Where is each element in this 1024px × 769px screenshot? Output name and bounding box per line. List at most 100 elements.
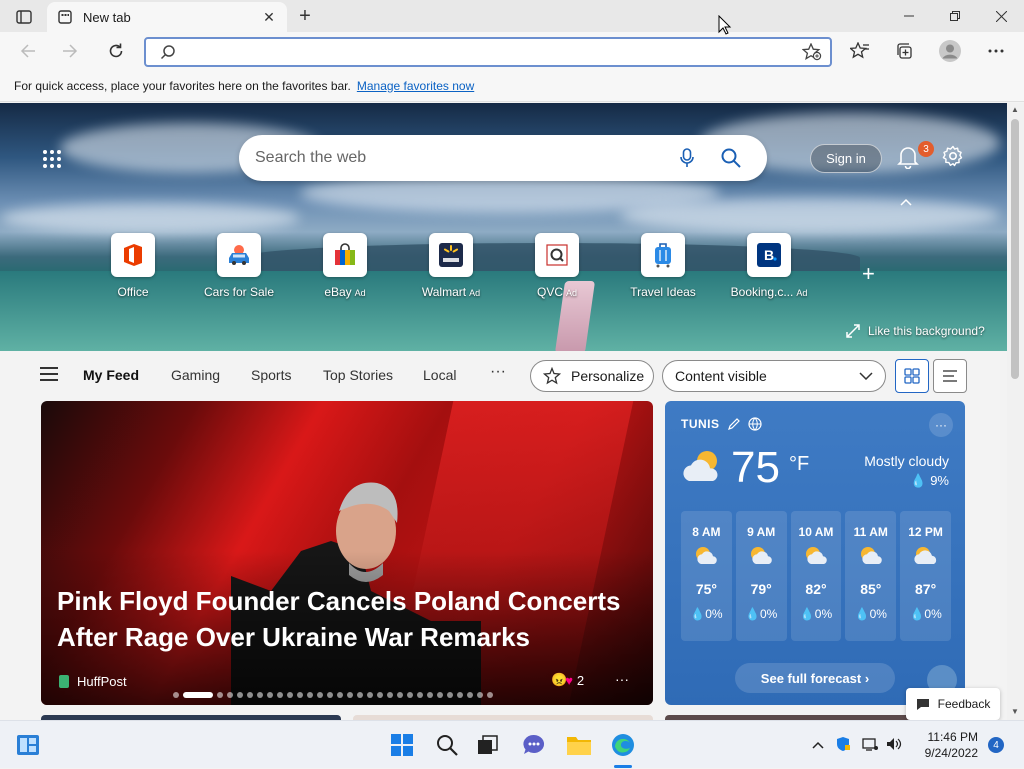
taskbar-clock[interactable]: 11:46 PM 9/24/2022 [912, 729, 978, 761]
carousel-dot[interactable] [457, 692, 463, 698]
tab-gaming[interactable]: Gaming [171, 367, 220, 383]
volume-icon[interactable] [886, 737, 902, 754]
edge-browser-icon[interactable] [609, 731, 637, 759]
carousel-dot[interactable] [267, 692, 273, 698]
menu-hamburger-icon[interactable] [40, 367, 58, 381]
favorites-icon[interactable] [844, 36, 876, 66]
page-settings-gear-icon[interactable] [942, 145, 968, 171]
web-search-box[interactable]: Search the web [239, 135, 767, 181]
carousel-dot[interactable] [427, 692, 433, 698]
collections-icon[interactable] [888, 36, 920, 66]
minimize-button[interactable] [886, 0, 932, 32]
carousel-dot[interactable] [297, 692, 303, 698]
quick-link-travel-ideas[interactable]: Travel Ideas [613, 233, 713, 299]
show-hidden-icons-chevron-icon[interactable] [812, 738, 824, 752]
tab-top-stories[interactable]: Top Stories [323, 367, 393, 383]
carousel-dot[interactable] [387, 692, 393, 698]
edit-pencil-icon[interactable] [727, 418, 740, 430]
carousel-dot[interactable] [173, 692, 179, 698]
grid-view-button[interactable] [895, 359, 929, 393]
carousel-dot[interactable] [477, 692, 483, 698]
hourly-forecast-item[interactable]: 9 AM 79° 💧0% [735, 511, 787, 641]
search-icon[interactable] [719, 148, 743, 168]
taskbar-search-icon[interactable] [433, 731, 461, 759]
security-shield-icon[interactable] [836, 736, 850, 755]
scroll-up-arrow-icon[interactable]: ▲ [1011, 105, 1019, 114]
microphone-icon[interactable] [675, 148, 699, 168]
quick-link-office[interactable]: Office [83, 233, 183, 299]
app-launcher-icon[interactable] [40, 147, 64, 171]
feedback-button[interactable]: Feedback [906, 688, 1000, 720]
content-visibility-select[interactable]: Content visible [662, 360, 886, 392]
profile-avatar[interactable] [934, 36, 966, 66]
address-bar[interactable] [144, 37, 832, 67]
quick-link-ebay[interactable]: eBay Ad [295, 233, 395, 299]
carousel-dot[interactable] [287, 692, 293, 698]
headline-card[interactable]: Pink Floyd Founder Cancels Poland Concer… [41, 401, 653, 705]
file-explorer-icon[interactable] [565, 731, 593, 759]
add-favorite-icon[interactable] [801, 42, 822, 66]
carousel-dot[interactable] [467, 692, 473, 698]
like-background-button[interactable]: Like this background? [846, 324, 985, 338]
vertical-scrollbar[interactable]: ▲ ▼ [1007, 103, 1024, 720]
article-source[interactable]: HuffPost [59, 674, 127, 689]
manage-favorites-link[interactable]: Manage favorites now [357, 79, 474, 93]
carousel-dot[interactable] [217, 692, 223, 698]
carousel-dot[interactable] [317, 692, 323, 698]
task-view-icon[interactable] [474, 731, 502, 759]
refresh-button[interactable] [100, 36, 132, 66]
sign-in-button[interactable]: Sign in [810, 144, 882, 173]
list-view-button[interactable] [933, 359, 967, 393]
scroll-down-arrow-icon[interactable]: ▼ [1011, 707, 1019, 716]
carousel-dot[interactable] [437, 692, 443, 698]
card-more-options-icon[interactable]: ··· [615, 671, 629, 687]
carousel-dot[interactable] [247, 692, 253, 698]
tab-actions-icon[interactable] [8, 6, 40, 28]
reactions-button[interactable]: 😠 ♥ 2 [551, 672, 584, 688]
personalize-button[interactable]: Personalize [530, 360, 654, 392]
carousel-dot[interactable] [237, 692, 243, 698]
carousel-dot[interactable] [487, 692, 493, 698]
start-windows-icon[interactable] [388, 731, 416, 759]
carousel-dot[interactable] [407, 692, 413, 698]
close-window-button[interactable] [978, 0, 1024, 32]
quick-link-qvc[interactable]: QVC Ad [507, 233, 607, 299]
collapse-chevron-icon[interactable] [900, 195, 912, 209]
weather-card[interactable]: TUNIS ··· 75 °F Mostly cloudy 💧 9% 8 AM … [665, 401, 965, 705]
tab-new-tab[interactable]: New tab ✕ [47, 2, 287, 32]
hourly-forecast-item[interactable]: 8 AM 75° 💧0% [681, 511, 732, 641]
new-tab-button[interactable]: + [292, 4, 318, 28]
tab-sports[interactable]: Sports [251, 367, 291, 383]
teams-chat-icon[interactable] [520, 731, 548, 759]
forward-button[interactable] [54, 36, 86, 66]
carousel-dot[interactable] [347, 692, 353, 698]
carousel-dot[interactable] [417, 692, 423, 698]
carousel-dot[interactable] [227, 692, 233, 698]
carousel-dot[interactable] [307, 692, 313, 698]
carousel-dot[interactable] [183, 692, 213, 698]
widgets-icon[interactable] [14, 731, 42, 759]
see-full-forecast-button[interactable]: See full forecast › [735, 663, 895, 693]
restore-button[interactable] [932, 0, 978, 32]
tab-my-feed[interactable]: My Feed [83, 367, 139, 383]
scrollbar-thumb[interactable] [1011, 119, 1019, 379]
quick-link-booking[interactable]: B Booking.c... Ad [719, 233, 819, 299]
hourly-forecast-item[interactable]: 10 AM 82° 💧0% [790, 511, 842, 641]
carousel-dot[interactable] [337, 692, 343, 698]
weather-more-icon[interactable]: ··· [929, 413, 953, 437]
tab-local[interactable]: Local [423, 367, 456, 383]
carousel-dot[interactable] [277, 692, 283, 698]
hourly-forecast-item[interactable]: 12 PM 87° 💧0% [900, 511, 951, 641]
hourly-forecast-item[interactable]: 11 AM 85° 💧0% [845, 511, 897, 641]
carousel-dot[interactable] [367, 692, 373, 698]
headline-title[interactable]: Pink Floyd Founder Cancels Poland Concer… [57, 583, 637, 655]
carousel-dot[interactable] [327, 692, 333, 698]
back-button[interactable] [12, 36, 44, 66]
carousel-dot[interactable] [357, 692, 363, 698]
carousel-dot[interactable] [447, 692, 453, 698]
address-input[interactable] [186, 42, 766, 62]
network-icon[interactable] [862, 737, 878, 754]
temperature-unit[interactable]: °F [789, 453, 809, 476]
quick-link-walmart[interactable]: Walmart Ad [401, 233, 501, 299]
close-tab-icon[interactable]: ✕ [261, 9, 277, 25]
